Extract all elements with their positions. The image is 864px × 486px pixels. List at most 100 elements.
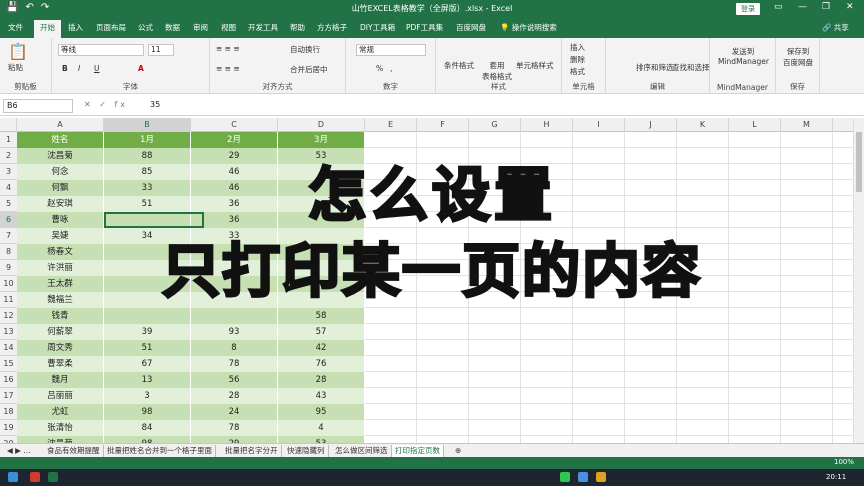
table-cell[interactable]: 尤虹 bbox=[17, 404, 104, 420]
app-icon[interactable] bbox=[30, 472, 40, 482]
row-header[interactable]: 18 bbox=[0, 404, 17, 420]
font-name-select[interactable]: 等线 bbox=[58, 44, 144, 56]
table-cell[interactable]: 曹翠柔 bbox=[17, 356, 104, 372]
row-header[interactable]: 17 bbox=[0, 388, 17, 404]
table-cell[interactable]: 24 bbox=[191, 404, 278, 420]
format-as-table-button[interactable]: 套用 表格格式 bbox=[482, 60, 512, 82]
table-cell[interactable]: 张清怡 bbox=[17, 420, 104, 436]
table-header-cell[interactable]: 3月 bbox=[278, 132, 365, 148]
table-cell[interactable]: 98 bbox=[104, 404, 191, 420]
table-cell[interactable] bbox=[191, 308, 278, 324]
paste-icon[interactable]: 📋 bbox=[8, 42, 28, 61]
column-header[interactable]: F bbox=[417, 118, 469, 132]
table-cell[interactable]: 钱青 bbox=[17, 308, 104, 324]
tab-baidu[interactable]: 百度网盘 bbox=[456, 22, 486, 33]
tab-file[interactable]: 文件 bbox=[8, 22, 23, 33]
row-header[interactable]: 15 bbox=[0, 356, 17, 372]
table-cell[interactable]: 56 bbox=[191, 372, 278, 388]
tab-review[interactable]: 审阅 bbox=[193, 22, 208, 33]
ribbon-display-icon[interactable]: ▭ bbox=[774, 2, 783, 12]
sheet-tab[interactable]: 食品有效期提醒 bbox=[44, 445, 104, 457]
column-header[interactable]: H bbox=[521, 118, 573, 132]
sheet-nav-arrows[interactable]: ◀ ▶ … bbox=[4, 445, 34, 457]
table-cell[interactable]: 95 bbox=[278, 404, 365, 420]
table-cell[interactable]: 3 bbox=[104, 388, 191, 404]
column-header[interactable]: C bbox=[191, 118, 278, 132]
sheet-tab[interactable]: 批量把姓名合并到一个格子里面 bbox=[104, 445, 216, 457]
table-header-cell[interactable]: 2月 bbox=[191, 132, 278, 148]
row-header[interactable]: 13 bbox=[0, 324, 17, 340]
maximize-button[interactable]: ❐ bbox=[822, 2, 830, 12]
table-cell[interactable]: 58 bbox=[278, 308, 365, 324]
table-cell[interactable]: 43 bbox=[278, 388, 365, 404]
tab-fangfang[interactable]: 方方格子 bbox=[317, 22, 347, 33]
add-sheet-icon[interactable]: ⊕ bbox=[452, 445, 464, 457]
column-header[interactable]: I bbox=[573, 118, 625, 132]
italic-button[interactable]: I bbox=[78, 64, 80, 73]
row-header[interactable]: 14 bbox=[0, 340, 17, 356]
table-header-cell[interactable]: 姓名 bbox=[17, 132, 104, 148]
tray-icon[interactable] bbox=[578, 472, 588, 482]
tab-diy[interactable]: DIY工具箱 bbox=[360, 22, 395, 33]
save-baidu-button[interactable]: 保存到 百度网盘 bbox=[780, 46, 816, 68]
table-cell[interactable]: 53 bbox=[278, 436, 365, 443]
select-all-corner[interactable] bbox=[0, 118, 17, 132]
wrap-text-button[interactable]: 自动换行 bbox=[290, 44, 320, 55]
tab-page-layout[interactable]: 页面布局 bbox=[96, 22, 126, 33]
table-cell[interactable]: 何薪翠 bbox=[17, 324, 104, 340]
table-cell[interactable]: 67 bbox=[104, 356, 191, 372]
table-cell[interactable]: 78 bbox=[191, 420, 278, 436]
paste-button[interactable]: 粘贴 bbox=[8, 62, 23, 73]
table-cell[interactable]: 4 bbox=[278, 420, 365, 436]
table-cell[interactable]: 8 bbox=[191, 340, 278, 356]
column-header[interactable]: A bbox=[17, 118, 104, 132]
table-cell[interactable]: 51 bbox=[104, 340, 191, 356]
find-select-button[interactable]: 查找和选择 bbox=[672, 62, 710, 73]
tell-me-search[interactable]: 💡 操作说明搜索 bbox=[500, 22, 557, 33]
table-cell[interactable]: 28 bbox=[191, 388, 278, 404]
underline-button[interactable]: U bbox=[94, 64, 100, 73]
tab-insert[interactable]: 插入 bbox=[68, 22, 83, 33]
column-header[interactable]: D bbox=[278, 118, 365, 132]
row-header[interactable]: 12 bbox=[0, 308, 17, 324]
tab-data[interactable]: 数据 bbox=[165, 22, 180, 33]
column-header[interactable]: J bbox=[625, 118, 677, 132]
name-box[interactable]: B6 bbox=[3, 99, 73, 113]
row-header[interactable]: 1 bbox=[0, 132, 17, 148]
table-cell[interactable] bbox=[104, 308, 191, 324]
table-cell[interactable]: 13 bbox=[104, 372, 191, 388]
table-cell[interactable]: 57 bbox=[278, 324, 365, 340]
table-cell[interactable]: 98 bbox=[104, 436, 191, 443]
column-header[interactable]: M bbox=[781, 118, 833, 132]
row-header[interactable]: 16 bbox=[0, 372, 17, 388]
number-format-select[interactable]: 常规 bbox=[356, 44, 426, 56]
tab-home[interactable]: 开始 bbox=[34, 20, 61, 38]
percent-button[interactable]: % bbox=[376, 64, 383, 73]
table-cell[interactable]: 吕丽丽 bbox=[17, 388, 104, 404]
close-button[interactable]: ✕ bbox=[846, 2, 854, 12]
conditional-format-button[interactable]: 条件格式 bbox=[444, 60, 474, 71]
table-cell[interactable]: 28 bbox=[278, 372, 365, 388]
table-cell[interactable]: 78 bbox=[191, 356, 278, 372]
zoom-level[interactable]: 100% bbox=[834, 458, 854, 466]
sort-filter-button[interactable]: 排序和筛选 bbox=[636, 62, 674, 73]
table-header-cell[interactable]: 1月 bbox=[104, 132, 191, 148]
formula-buttons[interactable]: ✕ ✓ fx bbox=[84, 100, 128, 109]
column-header[interactable]: L bbox=[729, 118, 781, 132]
vertical-scrollbar[interactable] bbox=[853, 118, 864, 443]
send-mindmanager-button[interactable]: 发送到 MindManager bbox=[718, 46, 769, 66]
share-button[interactable]: 🔗 共享 bbox=[822, 22, 849, 33]
tab-pdf[interactable]: PDF工具集 bbox=[406, 22, 443, 33]
align-icons-2[interactable]: ≡ ≡ ≡ bbox=[216, 64, 240, 73]
column-header[interactable]: G bbox=[469, 118, 521, 132]
insert-button[interactable]: 插入 bbox=[570, 42, 585, 53]
table-cell[interactable]: 42 bbox=[278, 340, 365, 356]
table-cell[interactable]: 93 bbox=[191, 324, 278, 340]
sheet-tab[interactable]: 怎么做区间筛选 bbox=[332, 445, 392, 457]
tab-formulas[interactable]: 公式 bbox=[138, 22, 153, 33]
minimize-button[interactable]: — bbox=[798, 2, 807, 12]
scroll-thumb[interactable] bbox=[856, 132, 862, 192]
tab-developer[interactable]: 开发工具 bbox=[248, 22, 278, 33]
merge-center-button[interactable]: 合并后居中 bbox=[290, 64, 328, 75]
login-button[interactable]: 登录 bbox=[736, 3, 760, 15]
